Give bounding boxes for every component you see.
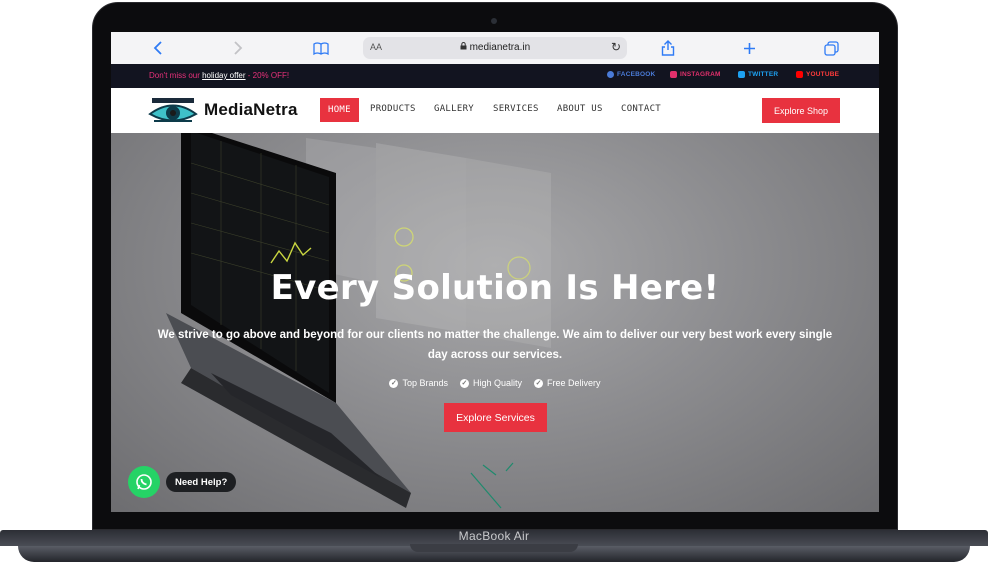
hero-features: ✓ Top Brands ✓ High Quality ✓ Free Deliv… xyxy=(111,378,879,388)
device-model-label: MacBook Air xyxy=(458,529,530,543)
facebook-icon xyxy=(607,71,614,78)
share-icon[interactable] xyxy=(658,38,678,58)
url-text: medianetra.in xyxy=(469,42,531,53)
eye-logo-icon[interactable] xyxy=(148,97,198,124)
youtube-icon xyxy=(796,71,803,78)
social-link-facebook[interactable]: FACEBOOK xyxy=(607,71,655,78)
whatsapp-icon[interactable] xyxy=(128,466,160,498)
hero-title: Every Solution Is Here! xyxy=(270,268,720,308)
promo-text: Don't miss our holiday offer - 20% OFF! xyxy=(149,71,290,80)
explore-services-button[interactable]: Explore Services xyxy=(444,403,547,432)
lock-icon xyxy=(460,42,470,53)
browser-toolbar: AA medianetra.in ↻ xyxy=(111,32,879,65)
nav-item-home[interactable]: HOME xyxy=(320,98,359,122)
reload-icon[interactable]: ↻ xyxy=(611,40,621,54)
instagram-icon xyxy=(670,71,677,78)
back-icon[interactable] xyxy=(148,38,168,58)
forward-icon[interactable] xyxy=(228,38,248,58)
need-help-bubble[interactable]: Need Help? xyxy=(166,472,237,492)
tabs-icon[interactable] xyxy=(821,38,841,58)
laptop-base: MacBook Air xyxy=(0,529,988,564)
feature-free-delivery: ✓ Free Delivery xyxy=(534,378,601,388)
social-link-twitter[interactable]: TWITTER xyxy=(738,71,778,78)
laptop-notch xyxy=(410,544,578,552)
check-circle-icon: ✓ xyxy=(534,378,544,388)
address-bar[interactable]: AA medianetra.in ↻ xyxy=(363,37,627,59)
twitter-icon xyxy=(738,71,745,78)
nav-item-gallery[interactable]: GALLERY xyxy=(434,104,474,114)
holiday-offer-link[interactable]: holiday offer xyxy=(202,71,245,80)
top-promo-bar: Don't miss our holiday offer - 20% OFF! … xyxy=(111,64,879,88)
nav-item-contact[interactable]: CONTACT xyxy=(621,104,661,114)
hero-subtitle: We strive to go above and beyond for our… xyxy=(157,329,833,361)
feature-high-quality: ✓ High Quality xyxy=(459,378,523,388)
logo-text[interactable]: MediaNetra xyxy=(204,100,298,120)
bookmarks-icon[interactable] xyxy=(311,38,331,58)
camera-dot xyxy=(491,18,497,24)
social-link-youtube[interactable]: YOUTUBE xyxy=(796,71,839,78)
screen: AA medianetra.in ↻ Don't miss our holida… xyxy=(111,32,879,512)
nav-item-about-us[interactable]: ABOUT US xyxy=(557,104,603,114)
check-circle-icon: ✓ xyxy=(389,378,399,388)
hero-section: Every Solution Is Here! We strive to go … xyxy=(111,133,879,512)
main-nav: MediaNetra HOME PRODUCTS GALLERY SERVICE… xyxy=(111,88,879,133)
social-link-instagram[interactable]: INSTAGRAM xyxy=(670,71,721,78)
explore-shop-button[interactable]: Explore Shop xyxy=(762,98,840,123)
feature-top-brands: ✓ Top Brands xyxy=(389,378,448,388)
nav-item-services[interactable]: SERVICES xyxy=(493,104,539,114)
new-tab-icon[interactable] xyxy=(739,38,759,58)
nav-item-products[interactable]: PRODUCTS xyxy=(370,104,416,114)
hero-laptop-illustration xyxy=(166,133,551,509)
check-circle-icon: ✓ xyxy=(459,378,469,388)
